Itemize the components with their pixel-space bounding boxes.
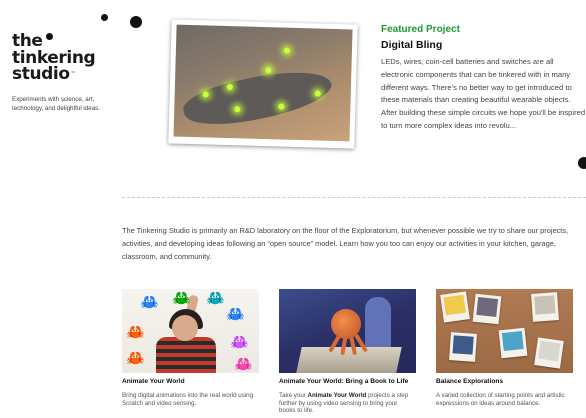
- octopus-head: [331, 309, 361, 339]
- card-desc-bold: Animate Your World: [307, 392, 367, 399]
- project-card[interactable]: 🦀 🦀 🦀 🦀 🦀 🦀 🦀 🦀 Animate Your World Bring…: [122, 289, 259, 407]
- section-divider: [122, 197, 586, 198]
- decor-dot: [101, 14, 108, 21]
- featured-title-link[interactable]: Digital Bling: [381, 39, 442, 51]
- led-light: [265, 67, 272, 74]
- crab-icon: 🦀: [226, 305, 245, 323]
- person-shirt: [156, 337, 216, 373]
- led-circuit-image: [173, 24, 353, 142]
- featured-description: LEDs, wires, coin-cell batteries and swi…: [381, 57, 586, 130]
- polaroid-photo: [498, 327, 528, 359]
- crab-icon: 🦀: [234, 355, 253, 373]
- site-tagline: Experiments with science, art, technolog…: [12, 96, 100, 112]
- featured-kicker: Featured Project: [381, 24, 460, 35]
- intro-paragraph: The Tinkering Studio is primarily an R&D…: [122, 226, 569, 261]
- crab-icon: 🦀: [126, 349, 145, 367]
- card-title-link[interactable]: Animate Your World: [122, 378, 259, 385]
- logo-line: studio: [12, 64, 70, 84]
- polaroid-photo: [440, 291, 470, 323]
- site-logo[interactable]: the tinkering studio™: [12, 33, 108, 83]
- balance-explorations-thumbnail[interactable]: [436, 289, 573, 373]
- bring-a-book-to-life-thumbnail[interactable]: [279, 289, 416, 373]
- crab-icon: 🦀: [172, 289, 191, 307]
- person-face: [172, 315, 198, 341]
- card-description: A varied collection of starting points a…: [436, 392, 565, 407]
- project-card[interactable]: Animate Your World: Bring a Book to Life…: [279, 289, 416, 415]
- animate-your-world-thumbnail[interactable]: 🦀 🦀 🦀 🦀 🦀 🦀 🦀 🦀: [122, 289, 259, 373]
- open-book: [296, 347, 402, 373]
- card-desc-text: Take your: [279, 392, 308, 399]
- card-title-link[interactable]: Balance Explorations: [436, 378, 573, 385]
- led-light: [283, 47, 291, 54]
- decor-dot: [130, 16, 142, 28]
- trademark-symbol: ™: [70, 71, 76, 77]
- crab-icon: 🦀: [206, 289, 225, 307]
- card-description: Bring digital animations into the real w…: [122, 392, 254, 407]
- card-description: Take your Animate Your World projects a …: [279, 392, 414, 415]
- felt-piece: [179, 61, 336, 135]
- project-card[interactable]: Balance Explorations A varied collection…: [436, 289, 573, 407]
- decor-dot: [578, 157, 586, 169]
- crab-icon: 🦀: [140, 293, 159, 311]
- polaroid-photo: [472, 293, 502, 325]
- polaroid-photo: [531, 292, 559, 322]
- featured-project-photo[interactable]: [168, 19, 358, 149]
- crab-icon: 🦀: [126, 323, 145, 341]
- polaroid-photo: [449, 332, 477, 362]
- card-title-link[interactable]: Animate Your World: Bring a Book to Life: [279, 378, 416, 385]
- crab-icon: 🦀: [230, 333, 249, 351]
- polaroid-photo: [534, 337, 564, 369]
